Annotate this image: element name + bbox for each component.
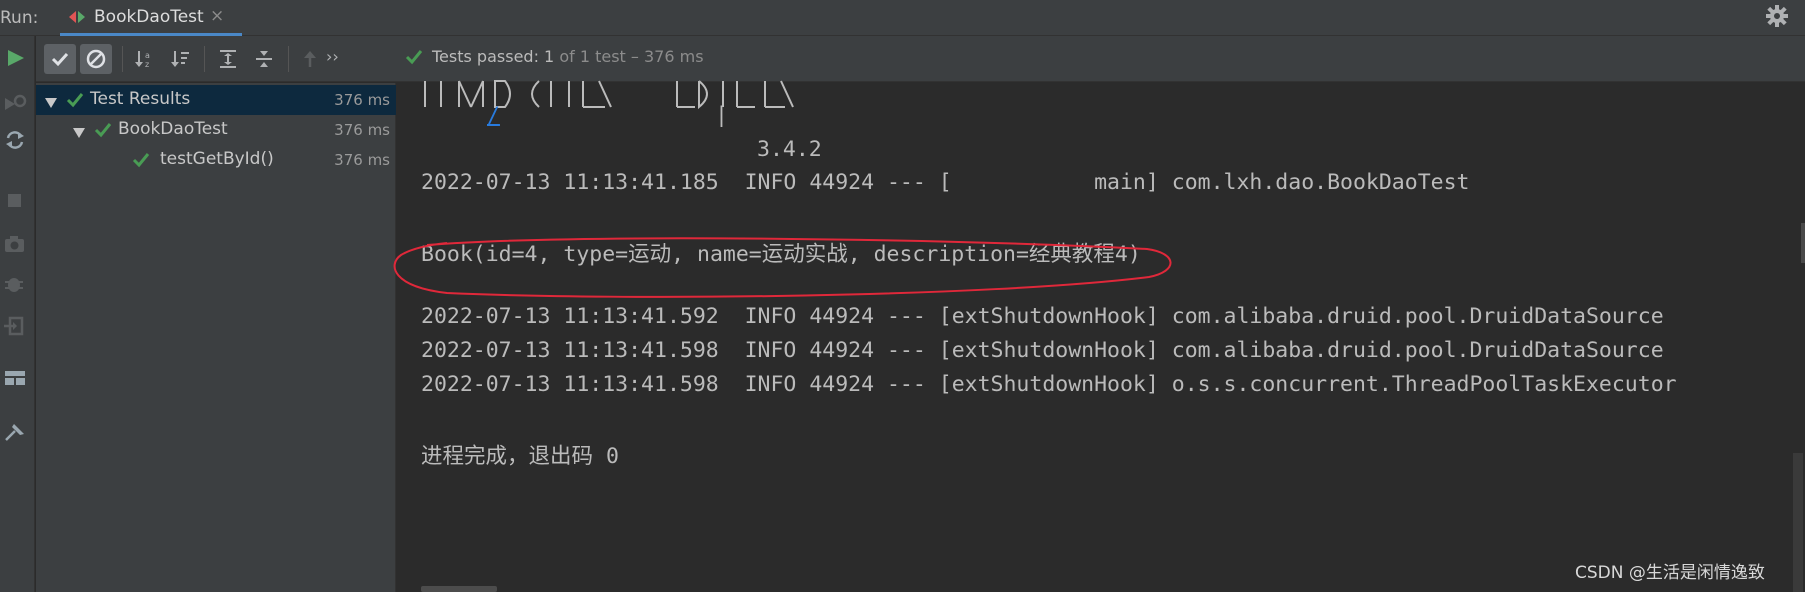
status-suffix: of 1 test – 376 ms (554, 47, 704, 66)
tree-row-testgetbyid[interactable]: testGetById() 376 ms (36, 145, 396, 175)
rerun-icon[interactable] (2, 46, 28, 74)
tree-row-bookdaotest[interactable]: BookDaoTest 376 ms (36, 115, 396, 145)
show-ignored-toggle[interactable] (80, 44, 112, 74)
toggle-auto-test-icon[interactable] (2, 128, 28, 156)
show-passed-toggle[interactable] (44, 44, 76, 74)
collapse-all-button[interactable] (248, 44, 280, 74)
process-exit-line: 进程完成，退出码 0 (421, 444, 619, 469)
console-output[interactable]: / | 3.4.2 2022-07-13 11:13:41.185 INFO 4… (393, 80, 1805, 592)
layout-icon[interactable] (2, 366, 28, 394)
run-side-toolbar (0, 36, 35, 592)
previous-failed-test-button (294, 44, 326, 74)
expand-all-button[interactable] (212, 44, 244, 74)
spring-version: 3.4.2 (757, 137, 822, 162)
toolbar-separator (204, 46, 205, 72)
passed-check-icon (132, 152, 150, 172)
tab-title: BookDaoTest (94, 7, 204, 27)
stop-icon (2, 188, 28, 216)
horizontal-scrollbar-thumb[interactable] (421, 586, 497, 592)
close-tab-icon[interactable]: × (210, 6, 224, 26)
scrollbar-thumb[interactable] (1793, 453, 1803, 592)
log-line: 2022-07-13 11:13:41.185 INFO 44924 --- [… (421, 170, 1470, 195)
sort-by-duration-button[interactable] (164, 44, 196, 74)
passed-check-icon (94, 122, 112, 142)
banner-pipe: | (715, 103, 728, 128)
run-label: Run: (0, 8, 39, 28)
tree-row-label: Test Results (90, 89, 191, 109)
debug-bug-icon (2, 272, 28, 300)
run-tab-bookdaotest[interactable]: BookDaoTest × (60, 0, 242, 36)
vertical-scrollbar[interactable] (1791, 83, 1805, 592)
tree-row-label: testGetById() (160, 149, 274, 169)
rerun-failed-tests-icon (2, 90, 28, 118)
junit-run-config-icon (68, 9, 86, 29)
gear-icon[interactable] (1764, 3, 1790, 33)
camera-icon (2, 232, 28, 260)
test-results-tree: Test Results 376 ms BookDaoTest 376 ms t… (36, 83, 396, 592)
svg-text:z: z (145, 60, 149, 69)
banner-link[interactable]: / (487, 103, 500, 128)
csdn-watermark: CSDN @生活是闲情逸致 (1575, 563, 1765, 583)
test-status-text: Tests passed: 1 of 1 test – 376 ms (432, 47, 704, 66)
run-tool-window-header: Run: BookDaoTest × (0, 0, 1805, 36)
passed-count: 1 (544, 47, 555, 66)
check-icon (404, 47, 424, 71)
red-circle-annotation (393, 237, 1172, 298)
sort-alphabetically-button[interactable]: az (128, 44, 160, 74)
svg-text:a: a (145, 51, 150, 60)
tree-row-duration: 376 ms (334, 91, 390, 109)
spring-banner-art (424, 80, 794, 110)
tree-row-label: BookDaoTest (118, 119, 228, 139)
pin-icon[interactable] (2, 420, 28, 448)
scrollbar-marker (1801, 223, 1805, 263)
more-actions-icon[interactable]: ›› (326, 47, 339, 66)
status-prefix: Tests passed: (432, 47, 545, 66)
passed-check-icon (66, 92, 84, 112)
log-line: 2022-07-13 11:13:41.598 INFO 44924 --- [… (421, 338, 1664, 363)
tree-row-test-results[interactable]: Test Results 376 ms (36, 85, 396, 115)
log-line: 2022-07-13 11:13:41.598 INFO 44924 --- [… (421, 372, 1677, 397)
expanded-arrow-icon[interactable] (44, 94, 58, 113)
toolbar-separator (288, 46, 289, 72)
tree-row-duration: 376 ms (334, 121, 390, 139)
expanded-arrow-icon[interactable] (72, 124, 86, 143)
toolbar-separator (122, 46, 123, 72)
tree-row-duration: 376 ms (334, 151, 390, 169)
test-runner-toolbar: az ›› Tests passed: 1 of 1 test – 376 ms (36, 36, 1805, 82)
exit-icon (2, 314, 28, 342)
